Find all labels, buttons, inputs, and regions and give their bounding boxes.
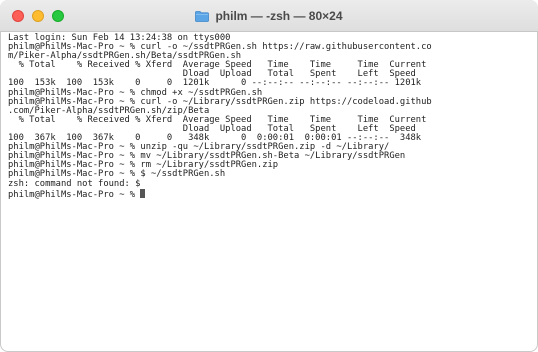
folder-icon (195, 10, 210, 22)
terminal-window: philm — -zsh — 80×24 Last login: Sun Feb… (0, 0, 538, 352)
terminal-prompt: philm@PhilMs-Mac-Pro ~ % (8, 189, 141, 200)
terminal-line: zsh: command not found: $ (8, 178, 141, 189)
terminal-prompt-line[interactable]: philm@PhilMs-Mac-Pro ~ % (8, 188, 530, 200)
window-title-group: philm — -zsh — 80×24 (0, 0, 538, 32)
title-bar[interactable]: philm — -zsh — 80×24 (0, 0, 538, 32)
terminal-output[interactable]: Last login: Sun Feb 14 13:24:38 on ttys0… (0, 32, 538, 352)
text-cursor (140, 188, 146, 198)
window-title: philm — -zsh — 80×24 (215, 9, 343, 23)
